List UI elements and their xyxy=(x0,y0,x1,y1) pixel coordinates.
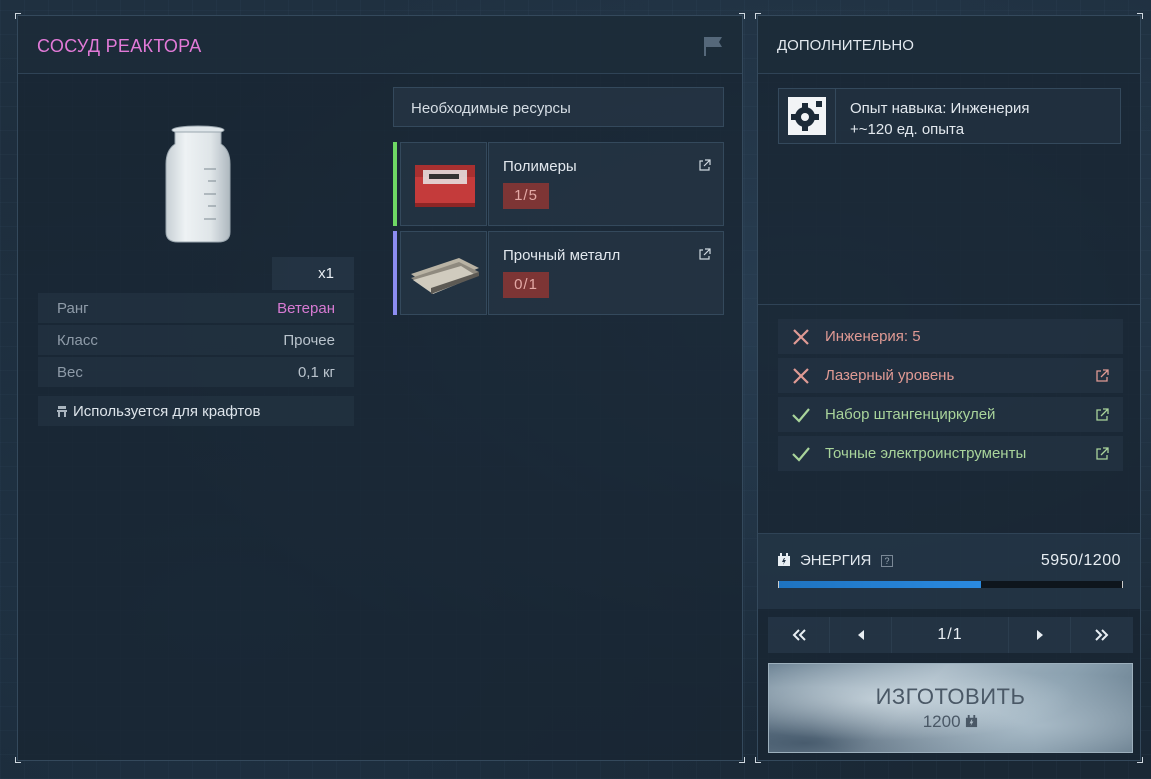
resource-name: Прочный металл xyxy=(503,247,621,264)
energy-icon xyxy=(966,715,978,728)
property-weight: Вес 0,1 кг xyxy=(38,357,354,387)
resource-durable-metal[interactable]: Прочный металл 0/1 xyxy=(393,231,724,315)
resource-info: Прочный металл 0/1 xyxy=(488,231,724,315)
external-link-icon[interactable] xyxy=(1095,447,1109,461)
flag-icon[interactable] xyxy=(702,36,724,56)
check-icon xyxy=(792,446,810,462)
double-chevron-right-icon xyxy=(1095,629,1109,641)
resource-info: Полимеры 1/5 xyxy=(488,142,724,226)
used-for-crafts-label: Используется для крафтов xyxy=(73,402,261,420)
help-icon[interactable]: ? xyxy=(881,555,893,567)
skill-text: Опыт навыка: Инженерия +~120 ед. опыта xyxy=(850,98,1029,140)
craft-button[interactable]: ИЗГОТОВИТЬ 1200 xyxy=(768,663,1133,753)
requirement-laser-level[interactable]: Лазерный уровень xyxy=(778,358,1123,393)
energy-bar xyxy=(778,581,1123,588)
requirement-calipers[interactable]: Набор штангенциркулей xyxy=(778,397,1123,432)
craft-cost-value: 1200 xyxy=(922,712,961,731)
property-value: Прочее xyxy=(283,331,335,349)
external-link-icon[interactable] xyxy=(1095,369,1109,383)
cross-icon xyxy=(793,367,809,384)
resource-count: 1/5 xyxy=(503,183,549,209)
external-link-icon[interactable] xyxy=(1095,408,1109,422)
external-link-icon[interactable] xyxy=(698,159,711,172)
triangle-left-icon xyxy=(857,630,864,640)
energy-value: 5950/1200 xyxy=(1040,552,1121,569)
property-value: 0,1 кг xyxy=(297,363,335,381)
requirement-power-tools[interactable]: Точные электроинструменты xyxy=(778,436,1123,471)
resource-thumbnail xyxy=(400,231,487,315)
craft-cost: 1200 xyxy=(923,712,979,732)
extra-header: ДОПОЛНИТЕЛЬНО xyxy=(758,16,1140,74)
item-properties: Ранг Ветеран Класс Прочее Вес 0,1 кг xyxy=(38,293,354,389)
page-indicator: 1/1 xyxy=(892,617,1009,653)
polymer-box-icon xyxy=(415,165,475,207)
resources-header: Необходимые ресурсы xyxy=(393,87,724,127)
property-rank: Ранг Ветеран xyxy=(38,293,354,323)
item-header: СОСУД РЕАКТОРА xyxy=(18,16,742,74)
resource-rarity-bar xyxy=(393,231,397,315)
resource-rarity-bar xyxy=(393,142,397,226)
last-page-button[interactable] xyxy=(1071,617,1133,653)
property-label: Ранг xyxy=(57,299,89,317)
requirement-label: Точные электроинструменты xyxy=(825,445,1027,462)
property-value: Ветеран xyxy=(277,299,335,317)
triangle-right-icon xyxy=(1036,630,1043,640)
double-chevron-left-icon xyxy=(792,629,806,641)
energy-bar-fill xyxy=(779,581,982,588)
external-link-icon[interactable] xyxy=(698,248,711,261)
resource-count: 0/1 xyxy=(503,272,549,298)
check-icon xyxy=(792,407,810,423)
reactor-vessel-image xyxy=(165,125,231,243)
energy-icon xyxy=(778,553,790,566)
item-panel: СОСУД РЕАКТОРА x1 Ранг Ветеран Класс Про… xyxy=(15,13,745,763)
next-page-button[interactable] xyxy=(1009,617,1071,653)
requirement-label: Набор штангенциркулей xyxy=(825,406,996,423)
used-for-crafts[interactable]: Используется для крафтов xyxy=(38,396,354,426)
skill-name: Опыт навыка: Инженерия xyxy=(850,100,1030,117)
workbench-icon xyxy=(57,406,67,417)
pager: 1/1 xyxy=(768,617,1133,653)
requirements-divider xyxy=(758,304,1140,305)
cross-icon xyxy=(793,328,809,345)
craft-button-label: ИЗГОТОВИТЬ xyxy=(875,684,1026,709)
first-page-button[interactable] xyxy=(768,617,830,653)
resource-polymers[interactable]: Полимеры 1/5 xyxy=(393,142,724,226)
requirement-engineering: Инженерия: 5 xyxy=(778,319,1123,354)
metal-sheets-icon xyxy=(411,258,479,294)
item-title: СОСУД РЕАКТОРА xyxy=(37,36,202,56)
property-label: Класс xyxy=(57,331,98,349)
resource-thumbnail xyxy=(400,142,487,226)
skill-experience: Опыт навыка: Инженерия +~120 ед. опыта xyxy=(778,88,1121,144)
resource-name: Полимеры xyxy=(503,158,577,175)
extra-panel: ДОПОЛНИТЕЛЬНО Опыт навыка: Инженерия +~1… xyxy=(755,13,1143,763)
energy-label: ЭНЕРГИЯ xyxy=(800,552,872,569)
prev-page-button[interactable] xyxy=(830,617,892,653)
skill-xp: +~120 ед. опыта xyxy=(850,121,965,138)
requirement-label: Инженерия: 5 xyxy=(825,328,921,345)
property-class: Класс Прочее xyxy=(38,325,354,355)
requirement-label: Лазерный уровень xyxy=(825,367,955,384)
skill-icon-wrap xyxy=(779,89,836,143)
item-quantity: x1 xyxy=(272,257,354,290)
property-label: Вес xyxy=(57,363,83,381)
engineering-gear-icon xyxy=(788,97,826,135)
energy-section: ЭНЕРГИЯ ? 5950/1200 xyxy=(758,533,1140,609)
